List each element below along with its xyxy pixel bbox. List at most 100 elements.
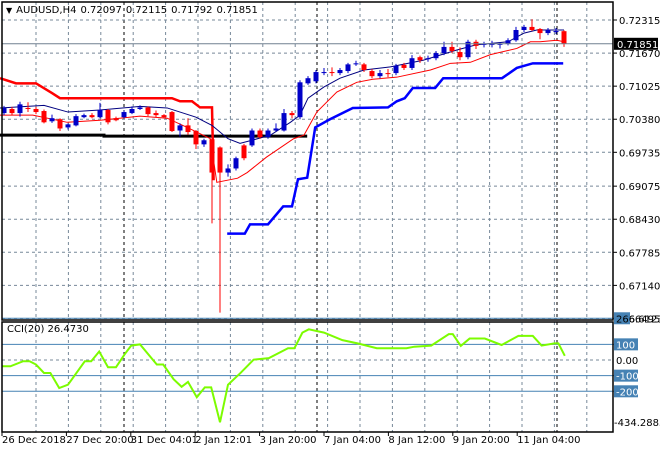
symbol-label: AUDUSD,H4 (16, 5, 77, 16)
close-value: 0.71851 (216, 5, 258, 16)
bull-candle[interactable] (345, 64, 351, 72)
open-value: 0.72097 (80, 5, 122, 16)
bear-candle[interactable] (25, 107, 31, 109)
bull-candle[interactable] (81, 115, 87, 118)
bull-candle[interactable] (393, 65, 399, 74)
bull-candle[interactable] (73, 116, 79, 126)
bear-candle[interactable] (417, 57, 423, 61)
bull-candle[interactable] (65, 124, 71, 128)
time-axis-label: 31 Dec 04:01 (131, 435, 198, 446)
triangle-down-icon[interactable]: ▼ (6, 6, 12, 15)
bear-candle[interactable] (161, 115, 167, 118)
time-axis-label: 11 Jan 04:00 (517, 435, 580, 446)
mt4-chart-window[interactable]: 0.72315 0.71670 0.71025 0.70380 0.69735 0.690… (0, 0, 660, 450)
cci-max-label: 266.6123 (616, 314, 660, 325)
bull-candle[interactable] (201, 140, 207, 145)
bull-candle[interactable] (137, 107, 143, 109)
price-axis-label: 0.69735 (619, 148, 660, 159)
time-axis-label: 26 Dec 2018 (2, 435, 66, 446)
bear-candle[interactable] (449, 46, 455, 52)
bull-candle[interactable] (513, 30, 519, 41)
bear-candle[interactable] (209, 139, 215, 173)
bull-candle[interactable] (313, 72, 319, 82)
bull-candle[interactable] (129, 108, 135, 114)
bear-candle[interactable] (169, 112, 175, 132)
bull-candle[interactable] (97, 110, 103, 118)
bear-candle[interactable] (41, 111, 47, 123)
cci-name: CCI(20) (7, 324, 45, 335)
bull-candle[interactable] (377, 73, 383, 77)
cci-pane-border (1, 321, 614, 433)
bear-candle[interactable] (529, 26, 535, 30)
bull-candle[interactable] (337, 70, 343, 74)
bull-candle[interactable] (233, 158, 239, 169)
bear-candle[interactable] (9, 108, 15, 114)
price-chart[interactable]: 0.723150.716700.710250.703800.697350.690… (0, 0, 660, 450)
bear-candle[interactable] (385, 73, 391, 75)
bear-candle[interactable] (561, 31, 567, 44)
bull-candle[interactable] (521, 26, 527, 30)
bear-candle[interactable] (369, 71, 375, 77)
bear-candle[interactable] (361, 64, 367, 70)
bear-candle[interactable] (257, 130, 263, 138)
bull-candle[interactable] (353, 63, 359, 65)
bull-candle[interactable] (265, 130, 271, 138)
bull-candle[interactable] (281, 113, 287, 131)
bull-candle[interactable] (409, 58, 415, 68)
time-axis-label: 2 Jan 12:01 (195, 435, 252, 446)
chart-header: ▼ AUDUSD,H4 0.72097 0.72115 0.71792 0.71… (6, 5, 258, 16)
time-axis-label: 9 Jan 20:00 (453, 435, 510, 446)
bull-candle[interactable] (425, 58, 431, 60)
price-axis-label: 0.71025 (619, 82, 660, 93)
bull-candle[interactable] (17, 104, 23, 114)
main-pane-border (1, 1, 614, 321)
bull-candle[interactable] (545, 30, 551, 34)
bear-candle[interactable] (289, 113, 295, 116)
price-axis-label: 0.67140 (619, 281, 660, 292)
bull-candle[interactable] (49, 118, 55, 122)
lower-band-line (227, 62, 564, 235)
high-value: 0.72115 (125, 5, 168, 16)
bear-candle[interactable] (217, 147, 223, 173)
cci-header: CCI(20) 26.4730 (7, 324, 89, 335)
bull-candle[interactable] (297, 82, 303, 118)
bull-candle[interactable] (225, 168, 231, 173)
time-axis-label: 3 Jan 20:00 (260, 435, 317, 446)
bear-candle[interactable] (153, 113, 159, 116)
cci-axis-label: -200 (616, 387, 639, 398)
bull-candle[interactable] (441, 46, 447, 54)
price-axis-label: 0.67785 (619, 248, 660, 259)
bear-candle[interactable] (33, 108, 39, 113)
time-axis-label: 7 Jan 04:00 (324, 435, 381, 446)
bull-candle[interactable] (249, 130, 255, 146)
bull-candle[interactable] (273, 128, 279, 131)
time-axis-label: 8 Jan 12:00 (388, 435, 445, 446)
bull-candle[interactable] (121, 112, 127, 118)
bear-candle[interactable] (241, 145, 247, 159)
bear-candle[interactable] (329, 72, 335, 74)
bear-candle[interactable] (89, 115, 95, 118)
bear-candle[interactable] (193, 131, 199, 145)
price-axis-label: 0.68430 (619, 215, 660, 226)
bear-candle[interactable] (185, 125, 191, 133)
bear-candle[interactable] (57, 119, 63, 129)
bear-candle[interactable] (145, 107, 151, 115)
bear-candle[interactable] (113, 118, 119, 121)
bull-candle[interactable] (553, 31, 559, 33)
bear-candle[interactable] (401, 64, 407, 68)
low-value: 0.71792 (171, 5, 213, 16)
bull-candle[interactable] (433, 53, 439, 59)
price-axis-label: 0.72315 (619, 16, 660, 27)
bear-candle[interactable] (105, 110, 111, 123)
bull-candle[interactable] (305, 78, 311, 84)
bear-candle[interactable] (457, 52, 463, 58)
time-axis-label: 27 Dec 20:00 (66, 435, 133, 446)
price-axis-label: 0.69075 (619, 182, 660, 193)
current-price-label: 0.71851 (617, 40, 658, 51)
cci-axis-label: 100 (616, 340, 635, 351)
cci-axis-label: 0.00 (616, 356, 638, 367)
cci-value: 26.4730 (47, 324, 89, 335)
bull-candle[interactable] (177, 125, 183, 131)
bull-candle[interactable] (321, 72, 327, 74)
bear-candle[interactable] (537, 28, 543, 34)
